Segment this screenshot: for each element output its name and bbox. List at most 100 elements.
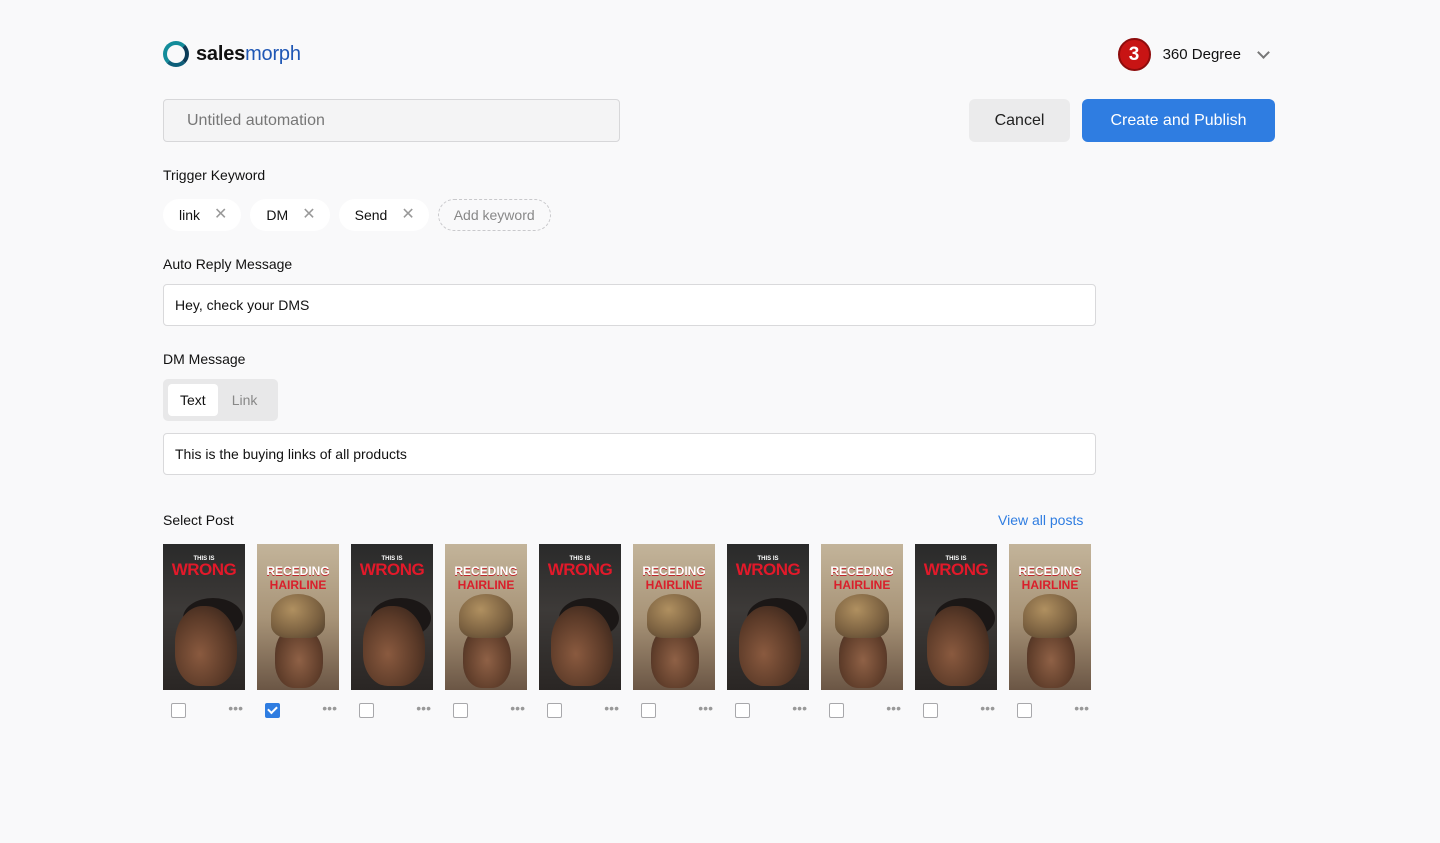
post-controls: ••• <box>539 701 621 718</box>
post-caption-big: RECEDING <box>266 564 330 578</box>
post-checkbox[interactable] <box>641 703 656 718</box>
post-thumbnail[interactable]: RECEDING HAIRLINE <box>1009 544 1091 690</box>
post-item: RECEDING HAIRLINE ••• <box>821 544 903 718</box>
keyword-chip: link ✕ <box>163 199 242 231</box>
more-options-icon[interactable]: ••• <box>886 701 901 715</box>
post-checkbox[interactable] <box>923 703 938 718</box>
post-controls: ••• <box>351 701 433 718</box>
post-thumbnail[interactable]: RECEDING HAIRLINE <box>821 544 903 690</box>
account-avatar: 3 <box>1117 38 1151 71</box>
post-item: THIS IS WRONG ••• <box>351 544 433 718</box>
post-item: THIS IS WRONG ••• <box>163 544 245 718</box>
more-options-icon[interactable]: ••• <box>416 701 431 715</box>
brand-name: salesmorph <box>196 42 301 65</box>
post-controls: ••• <box>915 701 997 718</box>
post-thumbnail[interactable]: RECEDING HAIRLINE <box>445 544 527 690</box>
more-options-icon[interactable]: ••• <box>604 701 619 715</box>
more-options-icon[interactable]: ••• <box>510 701 525 715</box>
tab-text[interactable]: Text <box>168 384 218 416</box>
keyword-chip: Send ✕ <box>338 199 429 231</box>
post-thumbnail[interactable]: THIS IS WRONG <box>163 544 245 690</box>
post-item: RECEDING HAIRLINE ••• <box>633 544 715 718</box>
trigger-keyword-label: Trigger Keyword <box>163 167 266 183</box>
post-face <box>175 606 237 686</box>
tab-link[interactable]: Link <box>220 384 270 416</box>
add-keyword-input[interactable]: Add keyword <box>437 199 551 231</box>
select-post-label: Select Post <box>163 512 234 528</box>
post-checkbox[interactable] <box>735 703 750 718</box>
post-caption-big: HAIRLINE <box>645 578 703 592</box>
more-options-icon[interactable]: ••• <box>792 701 807 715</box>
post-controls: ••• <box>633 701 715 718</box>
post-item: RECEDING HAIRLINE ••• <box>257 544 339 718</box>
keyword-list: link ✕ DM ✕ Send ✕ Add keyword <box>163 199 551 231</box>
more-options-icon[interactable]: ••• <box>228 701 243 715</box>
post-checkbox[interactable] <box>829 703 844 718</box>
post-controls: ••• <box>445 701 527 718</box>
post-helmet <box>459 594 513 638</box>
close-icon[interactable]: ✕ <box>401 207 414 223</box>
post-item: THIS IS WRONG ••• <box>915 544 997 718</box>
post-caption-big: WRONG <box>923 560 989 579</box>
post-helmet <box>835 594 889 638</box>
post-helmet <box>271 594 325 638</box>
logo-icon <box>163 41 189 67</box>
automation-name-input[interactable] <box>163 99 620 142</box>
more-options-icon[interactable]: ••• <box>322 701 337 715</box>
post-thumbnail[interactable]: THIS IS WRONG <box>727 544 809 690</box>
post-checkbox[interactable] <box>359 703 374 718</box>
auto-reply-field[interactable]: Hey, check your DMS <box>163 284 1096 326</box>
auto-reply-label: Auto Reply Message <box>163 256 293 272</box>
post-controls: ••• <box>1009 701 1091 718</box>
cancel-button[interactable]: Cancel <box>969 99 1070 142</box>
close-icon[interactable]: ✕ <box>214 207 227 223</box>
account-switcher[interactable]: 3 360 Degree <box>1117 38 1272 71</box>
post-checkbox[interactable] <box>1017 703 1032 718</box>
post-checkbox[interactable] <box>547 703 562 718</box>
post-caption-big: RECEDING <box>642 564 706 578</box>
post-caption-big: RECEDING <box>830 564 894 578</box>
post-checkbox[interactable] <box>171 703 186 718</box>
post-helmet <box>647 594 701 638</box>
post-item: THIS IS WRONG ••• <box>539 544 621 718</box>
post-thumbnail[interactable]: THIS IS WRONG <box>539 544 621 690</box>
post-caption-big: HAIRLINE <box>833 578 891 592</box>
post-caption-big: HAIRLINE <box>457 578 515 592</box>
post-thumbnail[interactable]: THIS IS WRONG <box>351 544 433 690</box>
post-controls: ••• <box>821 701 903 718</box>
post-helmet <box>1023 594 1077 638</box>
post-checkbox[interactable] <box>453 703 468 718</box>
view-all-posts-link[interactable]: View all posts <box>998 512 1083 528</box>
post-item: RECEDING HAIRLINE ••• <box>1009 544 1091 718</box>
create-and-publish-button[interactable]: Create and Publish <box>1082 99 1275 142</box>
more-options-icon[interactable]: ••• <box>698 701 713 715</box>
more-options-icon[interactable]: ••• <box>1074 701 1089 715</box>
post-caption-big: WRONG <box>171 560 237 579</box>
post-thumbnail[interactable]: RECEDING HAIRLINE <box>633 544 715 690</box>
post-caption-big: WRONG <box>735 560 801 579</box>
post-caption-big: RECEDING <box>1018 564 1082 578</box>
more-options-icon[interactable]: ••• <box>980 701 995 715</box>
chevron-down-icon <box>1257 46 1270 59</box>
brand-logo[interactable]: salesmorph <box>163 41 301 67</box>
post-controls: ••• <box>163 701 245 718</box>
post-caption-big: WRONG <box>359 560 425 579</box>
post-caption-big: HAIRLINE <box>269 578 327 592</box>
post-caption-big: WRONG <box>547 560 613 579</box>
close-icon[interactable]: ✕ <box>302 207 315 223</box>
dm-message-field[interactable]: This is the buying links of all products <box>163 433 1096 475</box>
post-face <box>551 606 613 686</box>
post-checkbox[interactable] <box>265 703 280 718</box>
post-caption-big: HAIRLINE <box>1021 578 1079 592</box>
dm-message-label: DM Message <box>163 351 246 367</box>
post-controls: ••• <box>727 701 809 718</box>
post-thumbnail[interactable]: RECEDING HAIRLINE <box>257 544 339 690</box>
post-item: THIS IS WRONG ••• <box>727 544 809 718</box>
post-controls: ••• <box>257 701 339 718</box>
keyword-chip: DM ✕ <box>250 199 330 231</box>
post-grid: THIS IS WRONG ••• RECEDING HAIRLINE ••• … <box>163 544 1091 718</box>
post-thumbnail[interactable]: THIS IS WRONG <box>915 544 997 690</box>
post-caption-big: RECEDING <box>454 564 518 578</box>
dm-type-toggle: Text Link <box>163 379 278 421</box>
post-face <box>363 606 425 686</box>
